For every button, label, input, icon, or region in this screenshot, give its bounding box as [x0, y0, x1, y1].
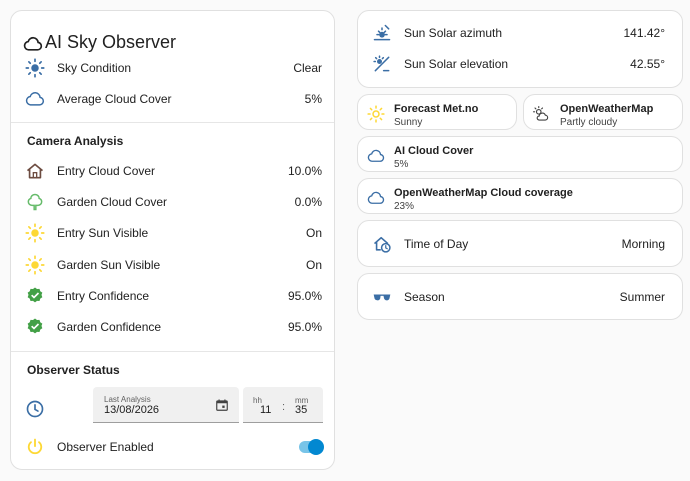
openweathermap-tile[interactable]: OpenWeatherMap Partly cloudy	[523, 94, 683, 130]
row-value: On	[305, 258, 322, 272]
sky-observer-card: AI Sky Observer Sky Condition Clear Aver…	[10, 10, 335, 470]
cloud-icon	[367, 147, 385, 165]
row-value: 42.55°	[630, 57, 665, 71]
tile-name: OpenWeatherMap	[560, 103, 654, 115]
garden-confidence-row[interactable]: Garden Confidence 95.0%	[11, 311, 334, 343]
row-label: Sky Condition	[57, 61, 132, 75]
cloud-outline-icon	[23, 34, 43, 54]
check-badge-icon	[25, 317, 45, 337]
season-card: Season Summer	[357, 273, 683, 320]
row-label: Entry Sun Visible	[57, 226, 149, 240]
garden-sun-visible-row[interactable]: Garden Sun Visible On	[11, 249, 334, 281]
sun-icon	[25, 255, 45, 275]
owm-cloud-coverage-tile[interactable]: OpenWeatherMap Cloud coverage 23%	[357, 178, 683, 214]
camera-analysis-title: Camera Analysis	[27, 134, 124, 148]
cloud-icon	[25, 89, 45, 109]
row-label: Sun Solar azimuth	[404, 26, 503, 40]
tile-state: Sunny	[394, 117, 423, 128]
sun-icon	[25, 58, 45, 78]
sun-azimuth-icon	[372, 23, 392, 43]
row-value: 95.0%	[287, 320, 322, 334]
sun-card: Sun Solar azimuth 141.42° Sun Solar elev…	[357, 10, 683, 88]
divider	[11, 122, 334, 123]
row-label: Entry Confidence	[57, 289, 150, 303]
ai-cloud-cover-tile[interactable]: AI Cloud Cover 5%	[357, 136, 683, 172]
entry-cloud-cover-row[interactable]: Entry Cloud Cover 10.0%	[11, 155, 334, 187]
time-separator: :	[282, 401, 286, 413]
row-label: Observer Enabled	[57, 440, 154, 454]
row-label: Garden Cloud Cover	[57, 195, 168, 209]
tile-name: OpenWeatherMap Cloud coverage	[394, 187, 573, 199]
row-value: 0.0%	[294, 195, 322, 209]
clock-icon	[25, 399, 45, 419]
entry-confidence-row[interactable]: Entry Confidence 95.0%	[11, 280, 334, 312]
sun-azimuth-row[interactable]: Sun Solar azimuth 141.42°	[358, 18, 682, 48]
entry-sun-visible-row[interactable]: Entry Sun Visible On	[11, 217, 334, 249]
sun-elevation-row[interactable]: Sun Solar elevation 42.55°	[358, 49, 682, 79]
observer-status-title: Observer Status	[27, 363, 120, 377]
card-title: AI Sky Observer	[45, 32, 177, 52]
last-analysis-time-field[interactable]: hh mm 11 : 35	[243, 387, 323, 423]
partly-cloudy-icon	[532, 105, 550, 123]
row-value: 10.0%	[287, 164, 322, 178]
tile-name: Forecast Met.no	[394, 103, 479, 115]
row-label: Garden Sun Visible	[57, 258, 161, 272]
row-value: Morning	[621, 237, 665, 251]
sun-icon	[25, 223, 45, 243]
season-row[interactable]: Season Summer	[358, 282, 682, 312]
home-icon	[25, 161, 45, 181]
average-cloud-cover-row[interactable]: Average Cloud Cover 5%	[11, 83, 334, 115]
row-label: Entry Cloud Cover	[57, 164, 156, 178]
tree-icon	[25, 192, 45, 212]
time-of-day-row[interactable]: Time of Day Morning	[358, 229, 682, 259]
sky-condition-row[interactable]: Sky Condition Clear	[11, 52, 334, 84]
row-value: 141.42°	[623, 26, 665, 40]
row-label: Sun Solar elevation	[404, 57, 509, 71]
divider	[11, 351, 334, 352]
row-label: Time of Day	[404, 237, 469, 251]
minute-input[interactable]: 35	[295, 404, 307, 416]
date-field-label: Last Analysis	[104, 395, 151, 404]
check-badge-icon	[25, 286, 45, 306]
row-value: 5%	[304, 92, 322, 106]
observer-enabled-toggle[interactable]	[299, 439, 324, 455]
sun-icon	[367, 105, 385, 123]
tile-state: 5%	[394, 159, 409, 170]
cloud-icon	[367, 189, 385, 207]
home-clock-icon	[372, 234, 392, 254]
hour-input[interactable]: 11	[260, 404, 271, 416]
tile-state: 23%	[394, 201, 415, 212]
row-label: Garden Confidence	[57, 320, 162, 334]
sunglasses-icon	[372, 287, 392, 307]
row-value: 95.0%	[287, 289, 322, 303]
forecast-met-tile[interactable]: Forecast Met.no Sunny	[357, 94, 517, 130]
row-label: Season	[404, 290, 445, 304]
observer-enabled-row[interactable]: Observer Enabled	[11, 431, 334, 463]
row-label: Average Cloud Cover	[57, 92, 172, 106]
power-icon	[25, 437, 45, 457]
calendar-icon[interactable]	[215, 398, 229, 412]
tile-name: AI Cloud Cover	[394, 145, 474, 157]
last-analysis-date-field[interactable]: Last Analysis 13/08/2026	[93, 387, 239, 423]
toggle-knob	[308, 439, 324, 455]
time-of-day-card: Time of Day Morning	[357, 220, 683, 267]
row-value: On	[305, 226, 322, 240]
sun-elevation-icon	[372, 54, 392, 74]
garden-cloud-cover-row[interactable]: Garden Cloud Cover 0.0%	[11, 186, 334, 218]
row-value: Clear	[293, 61, 322, 75]
row-value: Summer	[619, 290, 665, 304]
tile-state: Partly cloudy	[560, 117, 618, 128]
date-field-value: 13/08/2026	[104, 404, 160, 416]
